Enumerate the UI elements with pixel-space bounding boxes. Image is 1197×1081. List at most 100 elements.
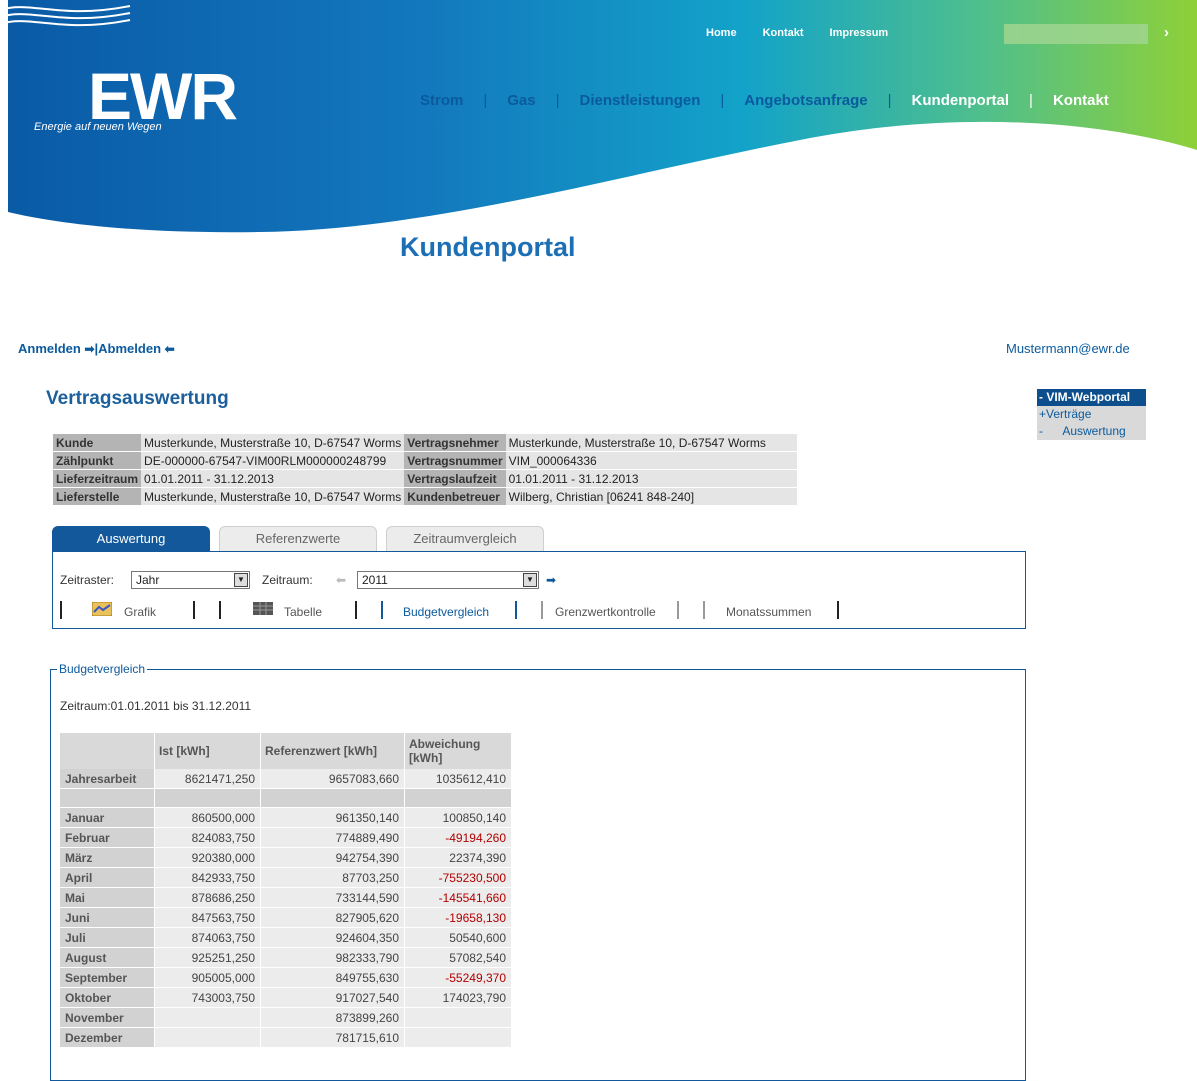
prev-period-icon[interactable]: ⬅ bbox=[336, 573, 346, 587]
view-budgetvergleich[interactable]: Budgetvergleich bbox=[403, 605, 489, 619]
nav-separator: | bbox=[720, 92, 725, 109]
referenzwert-value: 873899,260 bbox=[261, 1008, 405, 1028]
row-label: November bbox=[60, 1008, 155, 1028]
budget-legend: Budgetvergleich bbox=[57, 662, 148, 676]
info-value: Wilberg, Christian [06241 848-240] bbox=[505, 488, 797, 505]
abweichung-value bbox=[405, 1008, 512, 1028]
row-label: Juni bbox=[60, 908, 155, 928]
ist-value: 874063,750 bbox=[155, 928, 261, 948]
login-link[interactable]: Anmelden bbox=[18, 341, 81, 356]
logout-link[interactable]: Abmelden bbox=[98, 341, 161, 356]
user-email[interactable]: Mustermann@ewr.de bbox=[1006, 341, 1130, 356]
info-value: Musterkunde, Musterstraße 10, D-67547 Wo… bbox=[505, 434, 797, 451]
view-divider bbox=[703, 601, 705, 619]
abweichung-value: 1035612,410 bbox=[405, 769, 512, 789]
abweichung-value: -55249,370 bbox=[405, 968, 512, 988]
info-label: Kunde bbox=[53, 434, 142, 451]
logo-tagline: Energie auf neuen Wegen bbox=[34, 121, 162, 133]
nav-kundenportal[interactable]: Kundenportal bbox=[912, 92, 1010, 109]
info-label: Vertragslaufzeit bbox=[404, 470, 506, 487]
abweichung-value: 22374,390 bbox=[405, 848, 512, 868]
table-row: Juni 847563,750 827905,620 -19658,130 bbox=[60, 908, 512, 928]
referenzwert-value: 917027,540 bbox=[261, 988, 405, 1008]
tab-bar: Auswertung Referenzwerte Zeitraumverglei… bbox=[52, 526, 544, 551]
table-row: Kunde Musterkunde, Musterstraße 10, D-67… bbox=[53, 434, 797, 451]
view-grenzwertkontrolle[interactable]: Grenzwertkontrolle bbox=[555, 605, 656, 619]
nav-dienstleistungen[interactable]: Dienstleistungen bbox=[580, 92, 701, 109]
sidebar-item-vim-webportal[interactable]: - VIM-Webportal bbox=[1037, 389, 1146, 406]
ist-value: 878686,250 bbox=[155, 888, 261, 908]
table-row: Lieferzeitraum 01.01.2011 - 31.12.2013 V… bbox=[53, 470, 797, 487]
toplink-kontakt[interactable]: Kontakt bbox=[763, 27, 804, 39]
abweichung-value: -49194,260 bbox=[405, 828, 512, 848]
info-value: VIM_000064336 bbox=[505, 452, 797, 469]
view-divider bbox=[60, 601, 62, 619]
row-label: April bbox=[60, 868, 155, 888]
tab-referenzwerte[interactable]: Referenzwerte bbox=[219, 526, 377, 551]
tab-auswertung[interactable]: Auswertung bbox=[52, 526, 210, 551]
view-divider bbox=[219, 601, 221, 619]
info-label: Lieferstelle bbox=[53, 488, 142, 505]
zeitraum-value: 2011 bbox=[362, 573, 388, 587]
search-go-icon[interactable]: › bbox=[1164, 24, 1169, 41]
ist-value: 842933,750 bbox=[155, 868, 261, 888]
view-monatssummen[interactable]: Monatssummen bbox=[726, 605, 811, 619]
info-label: Lieferzeitraum bbox=[53, 470, 142, 487]
referenzwert-value: 924604,350 bbox=[261, 928, 405, 948]
column-header-abweichung: Abweichung [kWh] bbox=[405, 733, 512, 769]
abweichung-value: -19658,130 bbox=[405, 908, 512, 928]
nav-separator: | bbox=[887, 92, 892, 109]
nav-kontakt[interactable]: Kontakt bbox=[1053, 92, 1109, 109]
sidebar-item-auswertung[interactable]: - Auswertung bbox=[1037, 423, 1146, 440]
row-label: September bbox=[60, 968, 155, 988]
referenzwert-value: 781715,610 bbox=[261, 1028, 405, 1048]
row-label: Oktober bbox=[60, 988, 155, 1008]
sidebar-item-vertraege[interactable]: +Verträge bbox=[1037, 406, 1146, 423]
nav-gas[interactable]: Gas bbox=[507, 92, 535, 109]
zeitraster-select[interactable]: Jahr ▼ bbox=[131, 571, 250, 589]
site-header: EWR Energie auf neuen Wegen Home Kontakt… bbox=[0, 0, 1197, 260]
view-divider bbox=[837, 601, 839, 619]
view-divider bbox=[193, 601, 195, 619]
ewr-logo[interactable]: EWR bbox=[88, 63, 238, 129]
logo-wave-icon bbox=[0, 5, 131, 27]
search-input[interactable] bbox=[1004, 24, 1148, 44]
view-tabelle[interactable]: Tabelle bbox=[284, 605, 322, 619]
month-rows: Januar 860500,000 961350,140 100850,140 Febr… bbox=[60, 808, 512, 1048]
chart-icon[interactable] bbox=[92, 602, 112, 616]
table-row: Juli 874063,750 924604,350 50540,600 bbox=[60, 928, 512, 948]
arrow-left-icon: ⬅ bbox=[164, 342, 175, 356]
toplink-impressum[interactable]: Impressum bbox=[830, 27, 889, 39]
arrow-right-icon: ➡ bbox=[84, 342, 95, 356]
auth-links: Anmelden ➡|Abmelden ⬅ bbox=[18, 341, 175, 356]
toplink-home[interactable]: Home bbox=[706, 27, 737, 39]
ist-value: 8621471,250 bbox=[155, 769, 261, 789]
nav-strom[interactable]: Strom bbox=[420, 92, 463, 109]
next-period-icon[interactable]: ➡ bbox=[546, 573, 556, 587]
column-header-ist: Ist [kWh] bbox=[155, 733, 261, 769]
tab-zeitraumvergleich[interactable]: Zeitraumvergleich bbox=[386, 526, 544, 551]
row-label: Januar bbox=[60, 808, 155, 828]
zeitraum-select[interactable]: 2011 ▼ bbox=[357, 571, 539, 589]
nav-angebotsanfrage[interactable]: Angebotsanfrage bbox=[744, 92, 867, 109]
view-divider bbox=[381, 601, 383, 619]
referenzwert-value: 982333,790 bbox=[261, 948, 405, 968]
chevron-down-icon[interactable]: ▼ bbox=[234, 573, 248, 587]
table-spacer-row bbox=[60, 789, 512, 808]
abweichung-value: -755230,500 bbox=[405, 868, 512, 888]
table-row: Januar 860500,000 961350,140 100850,140 bbox=[60, 808, 512, 828]
info-value: Musterkunde, Musterstraße 10, D-67547 Wo… bbox=[141, 488, 405, 505]
budget-table: Ist [kWh] Referenzwert [kWh] Abweichung … bbox=[60, 733, 512, 1048]
budget-period: Zeitraum:01.01.2011 bis 31.12.2011 bbox=[60, 699, 252, 713]
table-row: September 905005,000 849755,630 -55249,370 bbox=[60, 968, 512, 988]
view-grafik[interactable]: Grafik bbox=[124, 605, 156, 619]
ist-value bbox=[155, 1008, 261, 1028]
table-row: Dezember 781715,610 bbox=[60, 1028, 512, 1048]
row-label: Jahresarbeit bbox=[60, 769, 155, 789]
referenzwert-value: 9657083,660 bbox=[261, 769, 405, 789]
table-row: Februar 824083,750 774889,490 -49194,260 bbox=[60, 828, 512, 848]
table-icon[interactable] bbox=[253, 602, 273, 615]
chevron-down-icon[interactable]: ▼ bbox=[523, 573, 537, 587]
referenzwert-value: 733144,590 bbox=[261, 888, 405, 908]
view-divider bbox=[355, 601, 357, 619]
